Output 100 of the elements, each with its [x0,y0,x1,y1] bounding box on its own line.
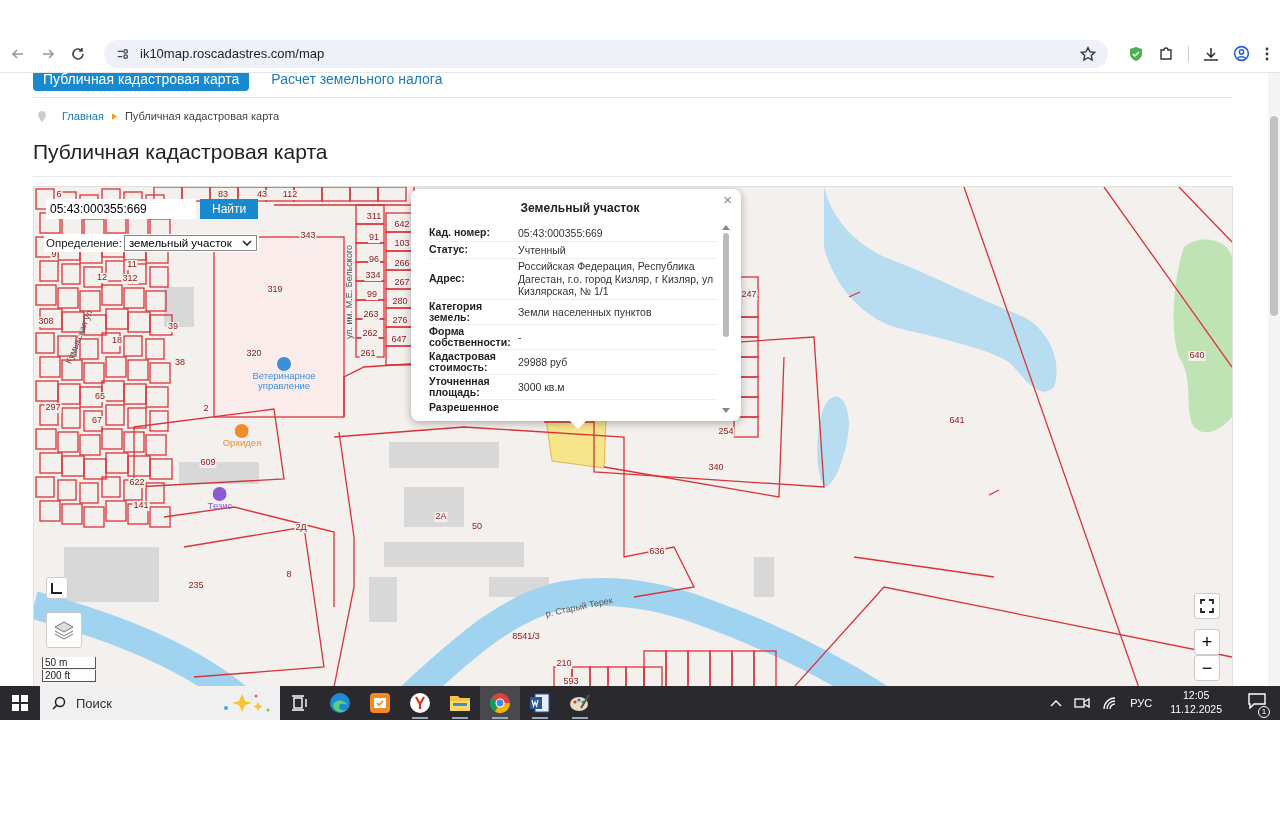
measure-button[interactable] [46,577,68,599]
paint-palette-icon [569,692,591,714]
reload-icon[interactable] [70,45,86,62]
extensions-icon[interactable] [1158,45,1174,62]
location-pin-icon [38,110,46,122]
street-label: р. Старый Терек [544,595,614,619]
parcel-number: 308 [37,317,55,327]
taskbar-search-field[interactable]: Поиск [40,686,280,720]
place-label: Тезис [207,501,233,512]
parcel-number: 319 [266,285,284,295]
profile-icon[interactable] [1233,45,1250,62]
field-value: - [518,330,523,344]
breadcrumb-link[interactable]: Главная [62,110,104,122]
bookmark-star-icon[interactable] [1080,45,1096,62]
parcel-number: 91 [368,233,380,243]
parcel-number: 261 [359,349,377,359]
parcel-number: 65 [94,392,106,402]
parcel-number: 642 [393,220,411,230]
field-label: Статус: [429,244,469,256]
parcel-number: 647 [390,335,408,345]
definition-label: Определение: [46,237,122,249]
parcel-number: 210 [555,659,573,669]
parcel-number: 50 [471,522,483,532]
building [754,557,774,597]
square-corner-icon [51,582,63,594]
parcel-number: 2Д [294,523,308,533]
parcel-number: 340 [707,463,725,473]
field-label: Разрешенное [429,402,500,413]
windows-start-icon[interactable] [12,695,28,711]
parcel-number: 312 [121,274,139,284]
browser-y-icon [409,692,431,714]
word-document-icon [529,692,551,714]
chevron-up-icon[interactable] [1050,699,1063,707]
zoom-in-button[interactable]: + [1194,629,1220,655]
parcel-number: 141 [132,501,150,511]
find-button[interactable]: Найти [200,199,259,219]
parcel-number: 343 [299,231,317,241]
clock-time[interactable]: 12:05 [1182,689,1210,703]
selected-parcel [545,418,607,469]
chrome-browser-icon [489,692,511,714]
close-button[interactable]: × [720,191,735,208]
scale-bar: 200 ft [42,670,96,682]
place-label: Орхидея [222,438,262,449]
scrollbar[interactable] [721,225,731,413]
definition-select[interactable]: земельный участок [123,235,257,251]
site-settings-icon[interactable] [116,46,130,61]
folder-icon [449,693,471,713]
field-label: Форма собственности: [429,325,512,348]
notification-count: 1 [1258,706,1270,718]
page-scrollbar[interactable] [1268,73,1280,686]
parcel-number: 99 [366,290,378,300]
checklist-app-icon [369,692,391,714]
zoom-out-button[interactable]: − [1194,655,1220,681]
breadcrumb-arrow-icon [111,112,117,120]
address-bar[interactable]: ik10map.roscadastres.com/map [104,39,1108,68]
parcel-number: 8 [285,570,293,580]
parcel-number: 609 [199,458,217,468]
place-marker-icon[interactable] [235,424,249,438]
street-label: ул. им. М.Е. Бельского [344,245,354,339]
nav-tab[interactable]: Расчет земельного налога [261,73,453,91]
parcel-number: 12 [96,273,108,283]
parcel-number: 235 [187,581,205,591]
shield-icon[interactable] [1128,45,1144,62]
fullscreen-button[interactable] [1194,593,1220,619]
parcel-number: 18 [111,336,123,346]
parcel-number: 280 [391,297,409,307]
field-value: Учтенный [518,243,567,257]
menu-icon[interactable] [1264,45,1270,62]
parcel-number: 83 [217,190,229,200]
field-label: Кадастровая стоимость: [429,350,497,373]
parcel-number: 38 [174,358,186,368]
building [404,487,464,527]
url-text: ik10map.roscadastres.com/map [140,46,326,61]
parcel-number: 11 [126,260,138,270]
cadastral-number-field[interactable]: 05:43:000355:669 [46,199,196,219]
camera-icon[interactable] [1074,696,1091,710]
layers-button[interactable] [46,612,82,648]
parcel-number: 8541/3 [511,632,541,642]
parcel-number: 636 [648,547,666,557]
place-marker-icon[interactable] [213,487,227,501]
notification-icon[interactable] [1248,693,1266,709]
parcel-number: 2 [202,404,210,414]
field-label: Уточненная площадь: [429,375,491,398]
parcel-number: 267 [393,278,411,288]
clock-date[interactable]: 11.12.2025 [1170,703,1222,717]
parcel-number: 254 [717,427,735,437]
download-icon[interactable] [1203,45,1219,62]
parcel-number: 622 [128,478,146,488]
language-indicator[interactable]: РУС [1130,697,1153,709]
parcel-number: 593 [562,677,580,686]
parcel-number: 334 [364,271,382,281]
parcel-number: 2А [434,512,448,522]
parcel-number: 39 [167,322,179,332]
breadcrumb-current: Публичная кадастровая карта [124,110,280,122]
place-marker-icon[interactable] [277,357,291,371]
parcel-number: 96 [368,255,380,265]
nav-tab[interactable]: Публичная кадастровая карта [33,73,250,91]
popup-pointer [569,420,587,429]
fullscreen-icon [1200,599,1214,613]
parcel-number: 640 [1188,351,1206,361]
